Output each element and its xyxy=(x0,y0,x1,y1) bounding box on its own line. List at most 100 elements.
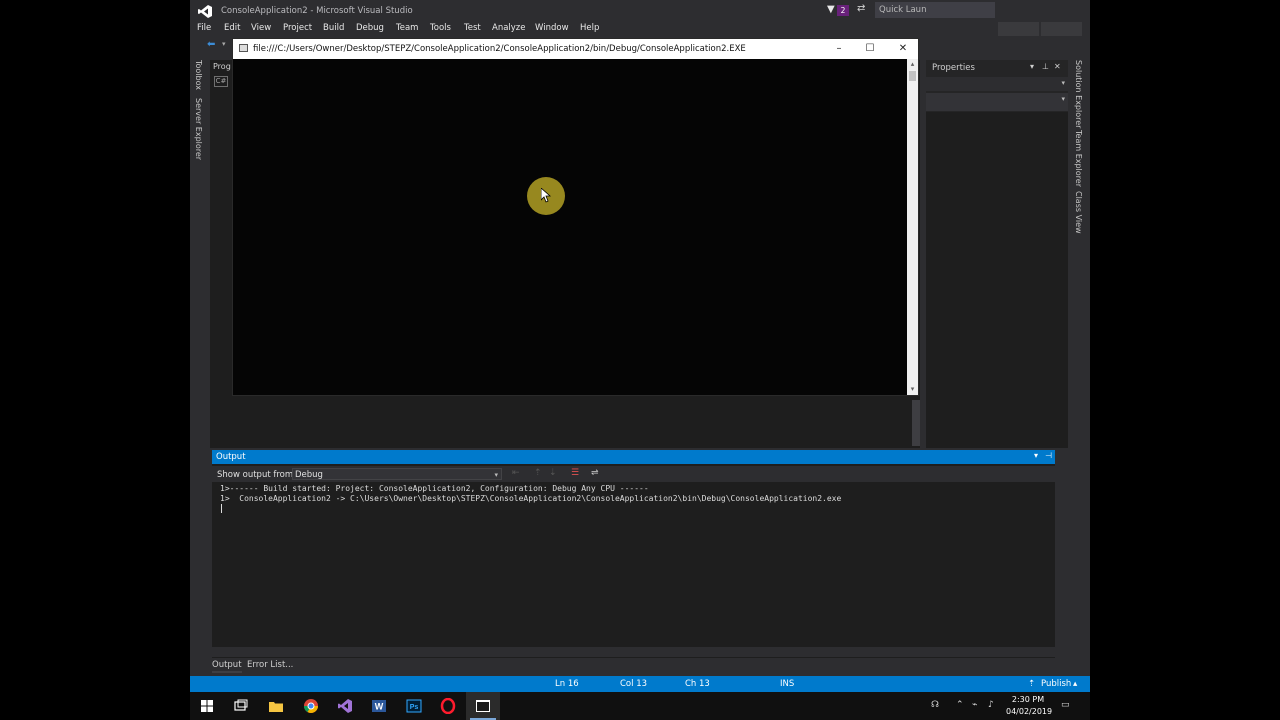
menu-file[interactable]: File xyxy=(197,23,211,33)
chevron-down-icon: ▾ xyxy=(494,471,498,479)
output-line: 1>------ Build started: Project: Console… xyxy=(220,484,649,493)
photoshop-icon: Ps xyxy=(406,699,422,713)
notifications-button[interactable]: ▼ 2 xyxy=(827,4,849,17)
word-button[interactable]: W xyxy=(362,692,396,720)
menu-bar: File Edit View Project Build Debug Team … xyxy=(190,21,1090,36)
menu-tools[interactable]: Tools xyxy=(430,23,451,33)
solution-explorer-tab[interactable]: Solution Explorer xyxy=(1074,60,1083,128)
visual-studio-taskbar-button[interactable] xyxy=(328,692,362,720)
mouse-pointer-icon xyxy=(541,188,552,203)
class-view-tab[interactable]: Class View xyxy=(1074,191,1083,234)
scroll-down-arrow-icon[interactable]: ▾ xyxy=(907,384,918,395)
opera-button[interactable] xyxy=(431,692,465,720)
menu-analyze[interactable]: Analyze xyxy=(492,23,526,33)
properties-close-icon[interactable]: ✕ xyxy=(1054,62,1061,71)
right-tool-tabs: Solution Explorer Team Explorer Class Vi… xyxy=(1070,58,1090,358)
left-tool-tabs: Toolbox Server Explorer xyxy=(190,58,208,598)
output-horizontal-scrollbar[interactable] xyxy=(212,647,1055,657)
chrome-button[interactable] xyxy=(294,692,328,720)
volume-icon[interactable]: ♪ xyxy=(988,700,994,710)
navigate-back-icon[interactable]: ⬅ xyxy=(207,39,219,51)
properties-toolbar[interactable]: ▾ xyxy=(926,93,1068,111)
status-char: Ch 13 xyxy=(685,679,710,689)
console-app-icon xyxy=(239,44,248,52)
clear-all-icon[interactable]: ☰ xyxy=(571,468,579,478)
status-bar: Ln 16 Col 13 Ch 13 INS ⇡ Publish ▴ xyxy=(190,676,1090,692)
word-icon: W xyxy=(372,700,386,712)
chevron-down-icon: ▾ xyxy=(1061,79,1065,87)
console-close-button[interactable]: ✕ xyxy=(888,39,918,59)
menu-team[interactable]: Team xyxy=(396,23,418,33)
windows-logo-icon xyxy=(201,700,213,712)
team-explorer-tab[interactable]: Team Explorer xyxy=(1074,130,1083,187)
action-center-icon[interactable]: ▭ xyxy=(1061,700,1070,710)
menu-build[interactable]: Build xyxy=(323,23,344,33)
editor-scrollbar[interactable] xyxy=(912,400,920,446)
server-explorer-tab[interactable]: Server Explorer xyxy=(194,98,203,160)
bottom-tool-tabs: Output Error List... xyxy=(212,658,1055,673)
properties-object-selector[interactable]: ▾ xyxy=(926,77,1068,91)
previous-message-icon[interactable]: ⇡ xyxy=(534,468,542,478)
taskbar: W Ps ☊ ⌃ ⌁ ♪ 2:30 PM 04/02/2019 ▭ xyxy=(190,692,1090,720)
output-title: Output xyxy=(216,452,246,462)
svg-text:Ps: Ps xyxy=(410,704,419,711)
properties-pin-icon[interactable]: ⊥ xyxy=(1042,62,1049,71)
chrome-icon xyxy=(304,699,318,713)
menu-view[interactable]: View xyxy=(251,23,271,33)
menu-help[interactable]: Help xyxy=(580,23,599,33)
menu-debug[interactable]: Debug xyxy=(356,23,384,33)
menu-project[interactable]: Project xyxy=(283,23,312,33)
folder-icon xyxy=(269,702,283,712)
publish-chevron-up-icon[interactable]: ▴ xyxy=(1073,679,1077,689)
console-title-bar[interactable]: file:///C:/Users/Owner/Desktop/STEPZ/Con… xyxy=(233,39,918,59)
clock[interactable]: 2:30 PM 04/02/2019 xyxy=(1006,694,1052,718)
output-dropdown-icon[interactable]: ▾ xyxy=(1034,451,1038,460)
output-line: 1> ConsoleApplication2 -> C:\Users\Owner… xyxy=(220,494,842,503)
output-source-value: Debug xyxy=(295,470,323,480)
properties-grid xyxy=(926,112,1068,448)
console-minimize-button[interactable]: – xyxy=(824,39,854,59)
task-view-button[interactable] xyxy=(224,692,258,720)
console-scrollbar[interactable]: ▴ ▾ xyxy=(907,59,918,395)
menu-window[interactable]: Window xyxy=(535,23,569,33)
people-icon[interactable]: ☊ xyxy=(931,700,939,710)
photoshop-button[interactable]: Ps xyxy=(397,692,431,720)
tab-error-list[interactable]: Error List... xyxy=(247,659,293,671)
console-window[interactable]: file:///C:/Users/Owner/Desktop/STEPZ/Con… xyxy=(232,38,919,396)
toolbox-tab[interactable]: Toolbox xyxy=(194,60,203,90)
code-navigation-icon[interactable]: C# xyxy=(214,76,228,87)
window-title: ConsoleApplication2 - Microsoft Visual S… xyxy=(221,6,413,16)
text-caret xyxy=(221,504,222,513)
find-message-icon[interactable]: ⇤ xyxy=(512,468,520,478)
file-explorer-button[interactable] xyxy=(259,692,293,720)
start-button[interactable] xyxy=(190,692,224,720)
scroll-thumb[interactable] xyxy=(909,71,916,81)
feedback-icon[interactable]: ⇄ xyxy=(857,3,865,14)
output-pin-icon[interactable]: ⊣ xyxy=(1045,451,1052,460)
visual-studio-icon xyxy=(338,699,352,713)
network-icon[interactable]: ⌁ xyxy=(972,700,977,710)
status-column: Col 13 xyxy=(620,679,648,689)
properties-dropdown-icon[interactable]: ▾ xyxy=(1030,62,1034,71)
publish-button[interactable]: Publish xyxy=(1041,679,1071,689)
tab-output[interactable]: Output xyxy=(212,659,242,673)
opera-icon xyxy=(440,698,456,714)
notification-flag-icon: ▼ xyxy=(827,4,835,15)
show-output-label: Show output from: xyxy=(217,470,297,480)
show-hidden-icons-chevron-icon[interactable]: ⌃ xyxy=(956,700,964,710)
navigate-dropdown-icon[interactable]: ▾ xyxy=(222,40,226,48)
quick-launch-input[interactable]: Quick Laun xyxy=(875,2,995,18)
menu-edit[interactable]: Edit xyxy=(224,23,240,33)
console-window-icon xyxy=(476,700,490,712)
output-text[interactable]: 1>------ Build started: Project: Console… xyxy=(220,484,841,513)
output-header: Output ▾ ⊣ xyxy=(212,450,1055,464)
next-message-icon[interactable]: ⇣ xyxy=(549,468,557,478)
status-line: Ln 16 xyxy=(555,679,579,689)
console-app-taskbar-button[interactable] xyxy=(466,692,500,720)
console-maximize-button[interactable]: ☐ xyxy=(855,39,885,59)
output-source-select[interactable]: Debug ▾ xyxy=(292,468,502,480)
menu-test[interactable]: Test xyxy=(464,23,481,33)
scroll-up-arrow-icon[interactable]: ▴ xyxy=(907,59,918,70)
svg-text:W: W xyxy=(375,702,384,712)
word-wrap-icon[interactable]: ⇌ xyxy=(591,468,599,478)
